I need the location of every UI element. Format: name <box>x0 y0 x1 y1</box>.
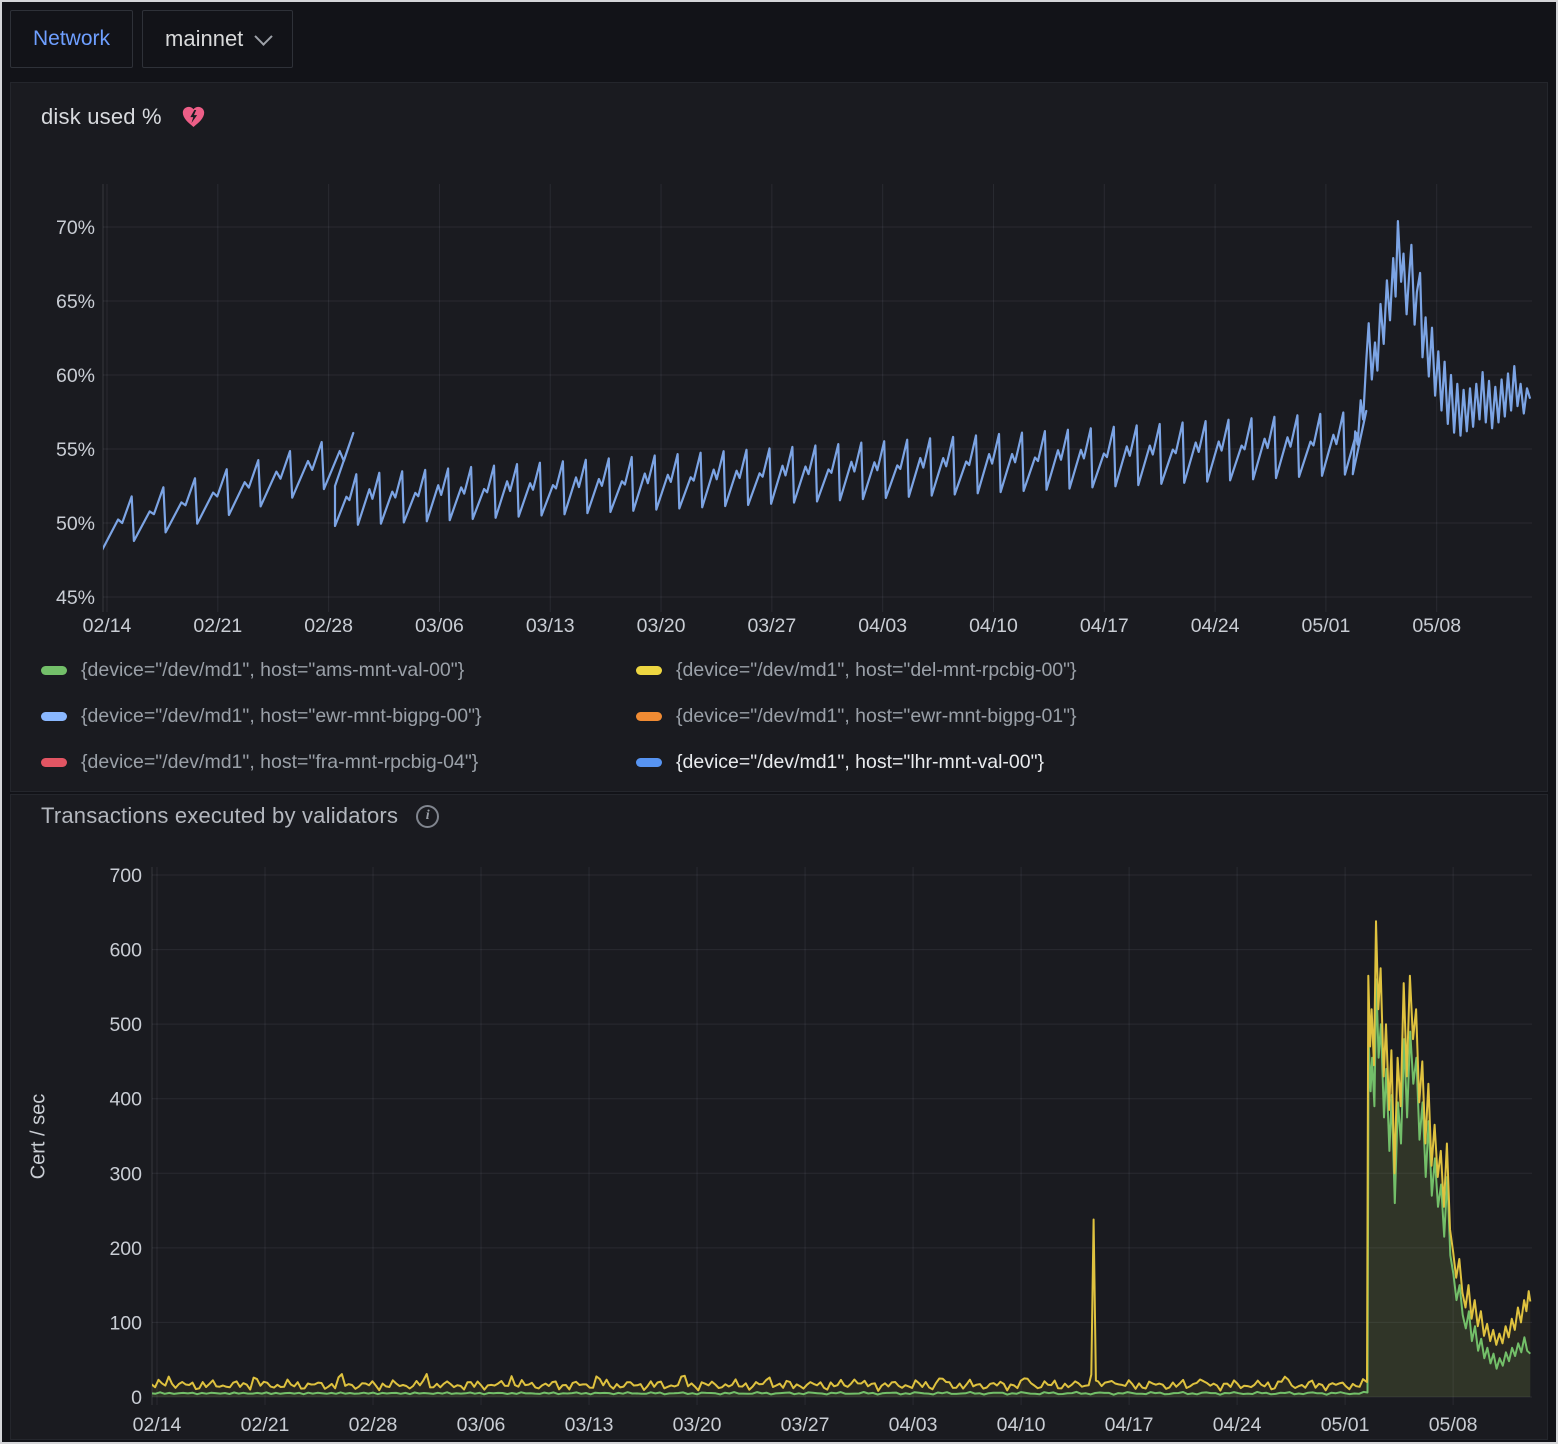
y-axis-tick-label: 300 <box>109 1163 142 1185</box>
x-axis-tick-label: 03/06 <box>457 1414 506 1436</box>
x-axis-tick-label: 04/10 <box>969 615 1018 637</box>
legend-swatch-icon <box>636 666 662 675</box>
x-axis-tick-label: 04/24 <box>1191 615 1240 637</box>
y-axis-tick-label: 200 <box>109 1238 142 1260</box>
chevron-down-icon <box>255 27 273 45</box>
legend-swatch-icon <box>41 712 67 721</box>
series-fill <box>142 979 1531 1397</box>
legend-item[interactable]: {device="/dev/md1", host="fra-mnt-rpcbig… <box>41 751 636 774</box>
y-axis-tick-label: 45% <box>56 587 95 609</box>
legend-swatch-icon <box>636 712 662 721</box>
panel-title-transactions: Transactions executed by validators <box>41 803 398 829</box>
legend-label: {device="/dev/md1", host="del-mnt-rpcbig… <box>676 659 1077 682</box>
x-axis-tick-label: 02/14 <box>133 1414 182 1436</box>
legend-row: {device="/dev/md1", host="ams-mnt-val-00… <box>41 647 1521 693</box>
x-axis-tick-label: 03/27 <box>781 1414 830 1436</box>
legend-item[interactable]: {device="/dev/md1", host="ewr-mnt-bigpg-… <box>636 705 1077 728</box>
x-axis-tick-label: 03/13 <box>565 1414 614 1436</box>
y-axis-tick-label: 500 <box>109 1014 142 1036</box>
panel-disk-used: disk used % 45% 50% 55% 60% 65% 70% 02/14 02/21… <box>10 82 1548 792</box>
legend-label: {device="/dev/md1", host="ewr-mnt-bigpg-… <box>81 705 482 728</box>
y-axis-tick-label: 50% <box>56 513 95 535</box>
x-axis-tick-label: 05/08 <box>1412 615 1461 637</box>
panel-tx-header[interactable]: Transactions executed by validators i <box>41 803 439 829</box>
y-axis-tick-label: 0 <box>131 1387 142 1409</box>
legend-row: {device="/dev/md1", host="ewr-mnt-bigpg-… <box>41 693 1521 739</box>
legend-label: {device="/dev/md1", host="ewr-mnt-bigpg-… <box>676 705 1077 728</box>
network-value-text: mainnet <box>165 26 243 52</box>
legend-item[interactable]: {device="/dev/md1", host="lhr-mnt-val-00… <box>636 751 1044 774</box>
x-axis-tick-label: 03/13 <box>526 615 575 637</box>
network-label-text: Network <box>33 27 110 51</box>
network-variable-label: Network <box>10 10 133 68</box>
series-line <box>102 221 1530 550</box>
x-axis-tick-label: 05/08 <box>1429 1414 1478 1436</box>
legend-swatch-icon <box>41 758 67 767</box>
x-axis-tick-label: 04/10 <box>997 1414 1046 1436</box>
disk-used-legend: {device="/dev/md1", host="ams-mnt-val-00… <box>41 647 1521 785</box>
legend-label: {device="/dev/md1", host="ams-mnt-val-00… <box>81 659 464 682</box>
y-axis-tick-label: 600 <box>109 940 142 962</box>
y-axis-tick-label: 55% <box>56 439 95 461</box>
y-axis-tick-label: 700 <box>109 865 142 887</box>
panel-title-disk-used: disk used % <box>41 104 162 130</box>
x-axis-tick-label: 03/06 <box>415 615 464 637</box>
y-axis-tick-label: 70% <box>56 217 95 239</box>
x-axis-tick-label: 02/28 <box>304 615 353 637</box>
y-axis-tick-label: 65% <box>56 291 95 313</box>
x-axis-tick-label: 02/21 <box>241 1414 290 1436</box>
legend-item[interactable]: {device="/dev/md1", host="ewr-mnt-bigpg-… <box>41 705 636 728</box>
x-axis-tick-label: 03/20 <box>673 1414 722 1436</box>
x-axis-tick-label: 03/27 <box>747 615 796 637</box>
x-axis-tick-label: 04/03 <box>858 615 907 637</box>
grafana-dashboard: Network mainnet disk used % 45% 50% 55% 60%… <box>0 0 1558 1444</box>
x-axis-tick-label: 02/14 <box>83 615 132 637</box>
legend-row: {device="/dev/md1", host="fra-mnt-rpcbig… <box>41 739 1521 785</box>
network-variable-dropdown[interactable]: mainnet <box>142 10 293 68</box>
panel-transactions: Transactions executed by validators i Ce… <box>10 794 1548 1440</box>
series-line <box>142 979 1531 1394</box>
x-axis-tick-label: 04/03 <box>889 1414 938 1436</box>
x-axis-tick-label: 02/21 <box>193 615 242 637</box>
x-axis-tick-label: 04/17 <box>1080 615 1129 637</box>
x-axis-tick-label: 03/20 <box>637 615 686 637</box>
y-axis-tick-label: 400 <box>109 1089 142 1111</box>
panel-disk-header[interactable]: disk used % <box>41 103 207 130</box>
legend-item[interactable]: {device="/dev/md1", host="del-mnt-rpcbig… <box>636 659 1077 682</box>
dashboard-variables-bar: Network mainnet <box>10 10 293 68</box>
legend-item[interactable]: {device="/dev/md1", host="ams-mnt-val-00… <box>41 659 636 682</box>
legend-swatch-icon <box>636 758 662 767</box>
legend-label: {device="/dev/md1", host="lhr-mnt-val-00… <box>676 751 1044 774</box>
info-icon[interactable]: i <box>416 805 439 828</box>
x-axis-tick-label: 04/24 <box>1213 1414 1262 1436</box>
transactions-chart[interactable]: 0 100 200 300 400 500 600 700 02/14 02/21 02/28 03/… <box>11 795 1547 1439</box>
x-axis-tick-label: 05/01 <box>1302 615 1351 637</box>
y-axis-tick-label: 100 <box>109 1312 142 1334</box>
series-fill <box>142 921 1531 1397</box>
y-axis-tick-label: 60% <box>56 365 95 387</box>
broken-heart-icon <box>180 103 207 130</box>
x-axis-tick-label: 02/28 <box>349 1414 398 1436</box>
x-axis-tick-label: 05/01 <box>1321 1414 1370 1436</box>
legend-label: {device="/dev/md1", host="fra-mnt-rpcbig… <box>81 751 478 774</box>
series-line <box>142 921 1531 1391</box>
legend-swatch-icon <box>41 666 67 675</box>
x-axis-tick-label: 04/17 <box>1105 1414 1154 1436</box>
